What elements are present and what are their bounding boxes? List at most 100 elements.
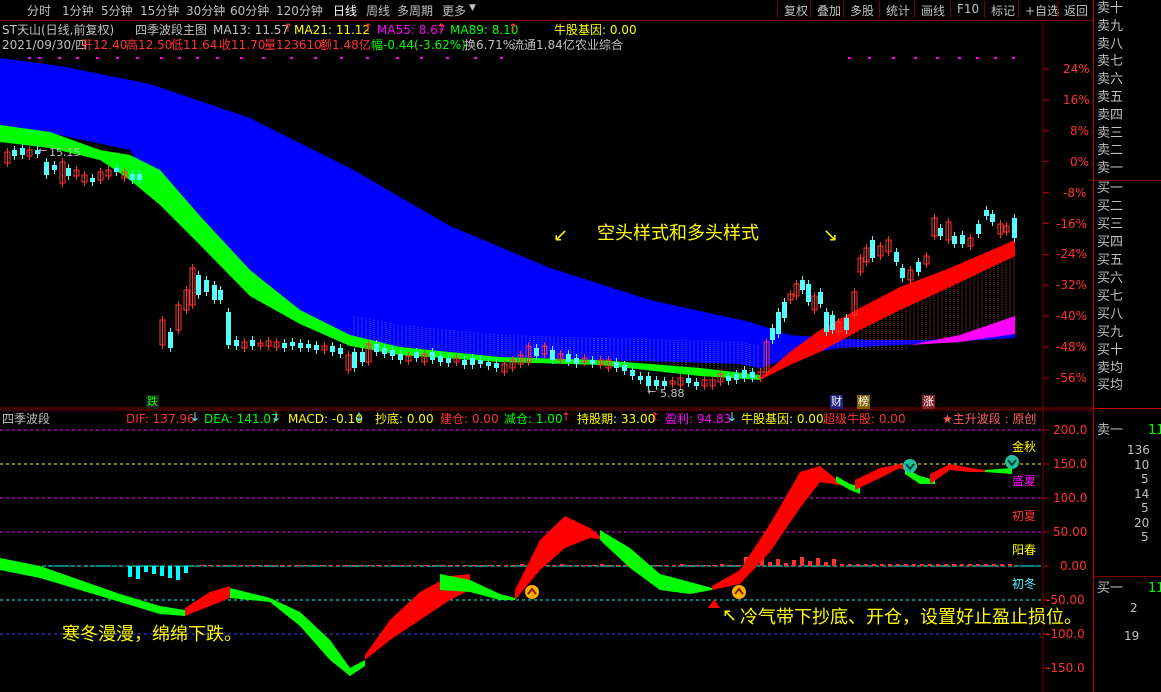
macd-bar-up [832, 559, 836, 566]
die-event-marker[interactable]: 跌 [146, 395, 159, 409]
macd-bar-up [816, 558, 820, 566]
price-axis-label: -24% [1056, 247, 1088, 262]
macd-bar-up [656, 565, 660, 566]
action-annotation: 冷气带下抄底、开仓，设置好止盈止损位。 [740, 607, 1082, 628]
macd-bar-down [152, 566, 156, 574]
bang-event-marker[interactable]: 榜 [857, 395, 870, 409]
high-arrow-icon: ← [38, 144, 47, 157]
candle-body-down [114, 168, 119, 172]
sell-volume: 10 [1134, 457, 1150, 472]
sell-volume: 5 [1141, 530, 1149, 544]
ma55-up-icon: ↑ [436, 21, 447, 35]
price-axis-label: 8% [1070, 123, 1090, 138]
signal-dot [216, 57, 219, 59]
macd-value: MACD: -0.10 [288, 412, 363, 426]
ma21-up-icon: ↑ [363, 21, 374, 35]
sell-signal-icon [903, 459, 917, 473]
season-chudong: 初冬 [1012, 577, 1037, 591]
macd-bar-up [456, 565, 460, 566]
signal-dot [446, 57, 449, 59]
cai-event-marker[interactable]: 财 [830, 395, 843, 409]
candle-body-down [638, 376, 643, 380]
macd-bar-up [376, 565, 380, 566]
macd-bar-up [720, 564, 724, 566]
jiancang2-value: 减仓: 1.00 [504, 412, 563, 426]
macd-bar-up [904, 564, 908, 566]
macd-bar-up [344, 565, 348, 566]
buy-volume-2: 19 [1124, 629, 1140, 643]
candle-body-down [478, 360, 483, 364]
signal-dot [38, 57, 41, 59]
macd-bar-up [488, 565, 492, 566]
sub-axis-label: 100.0 [1053, 491, 1088, 505]
buy-level-label: 买八 [1097, 307, 1124, 322]
sell-volume: 5 [1141, 472, 1149, 486]
sell-level-label: 卖四 [1097, 107, 1124, 123]
macd-bar-up [336, 565, 340, 566]
buy-level-label: 买四 [1097, 235, 1124, 250]
candle-body-down [44, 162, 49, 175]
candle-body-down [614, 362, 619, 368]
sell-avg-label: 卖均 [1097, 361, 1124, 376]
candle-body-down [204, 280, 209, 292]
macd-bar-up [296, 565, 300, 566]
kline-chart-canvas[interactable]: ↙ ↘ ← ← [0, 0, 1093, 692]
macd-bar-up [248, 565, 252, 566]
signal-dot [892, 57, 895, 59]
sub-niu-gene-value: 牛股基因: 0.00 [741, 412, 824, 426]
candle-body-down [770, 328, 775, 340]
macd-bar-up [584, 565, 588, 566]
season-chuxia: 初夏 [1012, 509, 1037, 523]
low-arrow-icon: ← [647, 385, 656, 398]
price-axis-label: -40% [1056, 309, 1088, 324]
sell1-price: 11 [1148, 423, 1161, 438]
macd-bar-up [264, 565, 268, 566]
signal-dot [58, 57, 61, 59]
quote-amount: 额1.48亿 [320, 38, 371, 52]
macd-bar-up [672, 565, 676, 566]
candle-body-down [282, 343, 287, 348]
candle-body-down [566, 354, 571, 362]
signal-dot [160, 57, 163, 59]
sell-signal-icon [1005, 455, 1019, 469]
zhang-event-marker[interactable]: 涨 [922, 395, 935, 409]
signal-dot [420, 57, 423, 59]
quote-low: 低11.64 [171, 38, 218, 52]
candle-body-down [486, 362, 491, 366]
macd-bar-up [848, 564, 852, 566]
macd-bar-up [216, 565, 220, 566]
quote-volume: 量123610 [264, 38, 322, 52]
candle-body-down [534, 348, 539, 356]
buy-level-label: 买七 [1097, 289, 1124, 304]
ma13-up-icon: ↑ [283, 21, 294, 35]
buy1-label: 买一 [1097, 581, 1124, 596]
signal-dot [1012, 57, 1015, 59]
price-axis-label: 16% [1063, 92, 1090, 107]
macd-bar-up [608, 565, 612, 566]
signal-dot [994, 57, 997, 59]
macd-bar-up [272, 565, 276, 566]
action-arrow-icon: ↖ [722, 605, 738, 626]
macd-bar-up [864, 564, 868, 566]
price-axis-label: -8% [1063, 185, 1087, 200]
candle-body-down [168, 332, 173, 348]
candle-body-down [590, 360, 595, 364]
signal-dot [116, 57, 119, 59]
signal-dot [868, 57, 871, 59]
wave-segment [985, 468, 1012, 474]
candle-body-down [662, 381, 667, 386]
signal-dot [178, 57, 181, 59]
wave-segment [0, 558, 185, 616]
signal-dot [28, 57, 31, 59]
macd-bar-up [792, 560, 796, 566]
candle-body-down [382, 348, 387, 354]
indicator-name: 四季波段主图 [135, 23, 208, 37]
dif-value: DIF: 137.96 [126, 412, 195, 426]
macd-bar-down [168, 566, 172, 578]
macd-bar-up [992, 564, 996, 566]
ma13-value: MA13: 11.57 [213, 23, 290, 37]
candle-body-down [916, 262, 921, 272]
macd-bar-up [600, 564, 604, 566]
macd-bar-up [496, 565, 500, 566]
sub-axis-label: 0.00 [1060, 559, 1087, 573]
